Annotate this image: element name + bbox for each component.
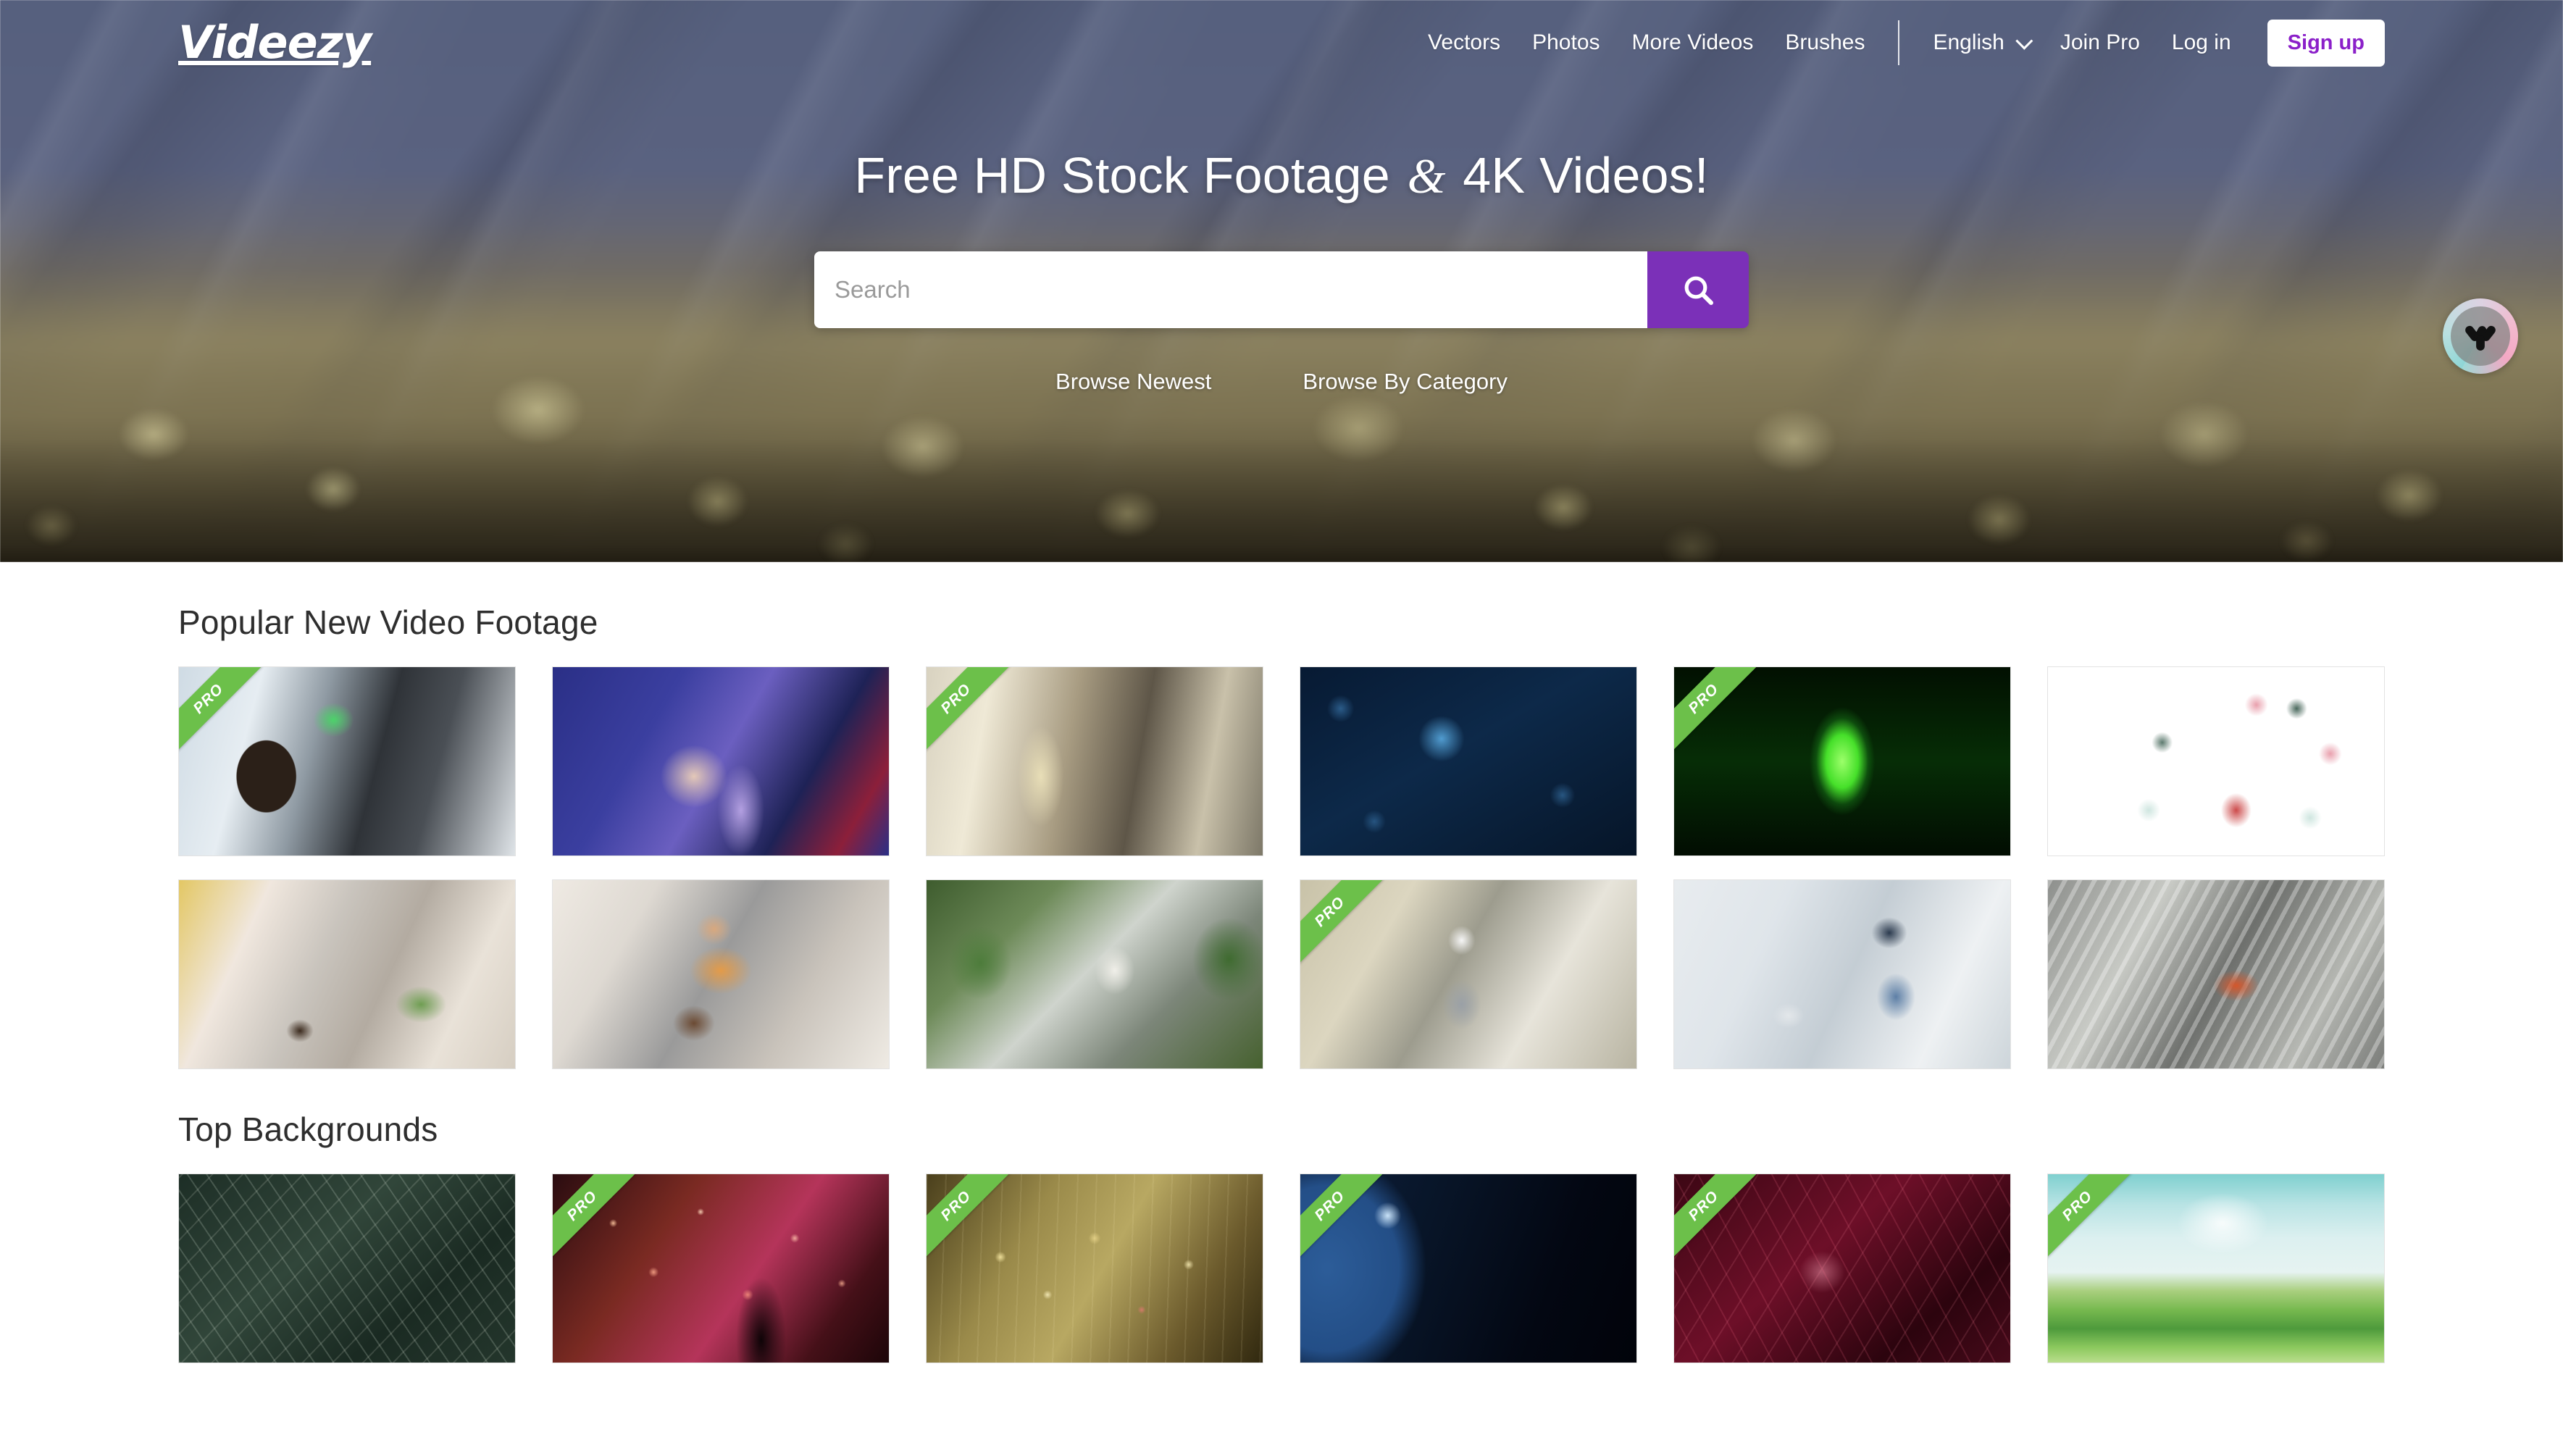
video-card[interactable]: PRO [926, 666, 1263, 856]
video-thumbnail [1674, 880, 2010, 1068]
language-selector-label: English [1933, 30, 2004, 54]
hero-content: Free HD Stock Footage & 4K Videos! Brows… [0, 85, 2563, 395]
video-card[interactable]: PRO [1300, 1173, 1637, 1363]
language-selector[interactable]: English [1917, 30, 2044, 55]
video-grid-row: PRO [178, 879, 2385, 1069]
video-card[interactable]: PRO [2047, 1173, 2385, 1363]
nav-right-group: Vectors Photos More Videos Brushes Engli… [1412, 19, 2385, 67]
nav-divider [1898, 20, 1900, 65]
search-input[interactable] [814, 251, 1647, 328]
section-title-top-backgrounds: Top Backgrounds [178, 1110, 438, 1148]
video-card[interactable] [926, 879, 1263, 1069]
video-thumbnail [553, 880, 889, 1068]
nav-item-vectors[interactable]: Vectors [1412, 30, 1516, 55]
privacy-triskelion-icon [2465, 325, 2496, 351]
site-logo[interactable]: Videezy [178, 20, 372, 65]
video-thumbnail [553, 667, 889, 855]
nav-item-login[interactable]: Log in [2156, 30, 2247, 55]
nav-item-brushes[interactable]: Brushes [1769, 30, 1881, 55]
video-card[interactable]: PRO [1300, 879, 1637, 1069]
browse-by-category-link[interactable]: Browse By Category [1303, 369, 1508, 395]
video-card[interactable]: PRO [178, 666, 516, 856]
video-thumbnail [179, 880, 515, 1068]
background-grid-row: PRO PRO PRO PRO PRO [178, 1173, 2385, 1363]
video-card[interactable] [2047, 666, 2385, 856]
section-title-popular-new-video-footage: Popular New Video Footage [178, 603, 598, 641]
search-submit-button[interactable] [1647, 251, 1749, 328]
signup-button[interactable]: Sign up [2267, 19, 2385, 67]
video-card[interactable]: PRO [552, 1173, 890, 1363]
video-card[interactable] [552, 666, 890, 856]
video-card[interactable] [178, 1173, 516, 1363]
nav-item-more-videos[interactable]: More Videos [1616, 30, 1770, 55]
browse-links: Browse Newest Browse By Category [0, 369, 2563, 395]
privacy-consent-widget-inner [2451, 306, 2510, 366]
hero-title-ampersand: & [1407, 148, 1446, 204]
search-icon [1684, 276, 1713, 305]
browse-newest-link[interactable]: Browse Newest [1055, 369, 1211, 395]
video-thumbnail [2048, 667, 2384, 855]
main-content: Popular New Video Footage PRO PRO PRO PR… [0, 603, 2563, 1363]
video-thumbnail [179, 1174, 515, 1363]
nav-item-join-pro[interactable]: Join Pro [2044, 30, 2156, 55]
video-card[interactable] [1673, 879, 2011, 1069]
video-grid-row: PRO PRO PRO [178, 666, 2385, 856]
privacy-consent-widget[interactable] [2443, 298, 2518, 374]
chevron-down-icon [2015, 32, 2033, 50]
video-card[interactable]: PRO [1673, 666, 2011, 856]
hero-banner: Videezy Vectors Photos More Videos Brush… [0, 0, 2563, 562]
video-card[interactable] [1300, 666, 1637, 856]
video-thumbnail [927, 880, 1263, 1068]
video-thumbnail [2048, 880, 2384, 1068]
search-bar [814, 251, 1749, 328]
hero-title-part1: Free HD Stock Footage [854, 147, 1405, 204]
video-card[interactable]: PRO [1673, 1173, 2011, 1363]
hero-title-part2: 4K Videos! [1448, 147, 1709, 204]
nav-item-photos[interactable]: Photos [1516, 30, 1615, 55]
video-thumbnail [1300, 667, 1636, 855]
video-card[interactable] [552, 879, 890, 1069]
video-card[interactable] [2047, 879, 2385, 1069]
hero-title: Free HD Stock Footage & 4K Videos! [0, 148, 2563, 204]
video-card[interactable]: PRO [926, 1173, 1263, 1363]
top-navigation-bar: Videezy Vectors Photos More Videos Brush… [0, 0, 2563, 85]
video-card[interactable] [178, 879, 516, 1069]
